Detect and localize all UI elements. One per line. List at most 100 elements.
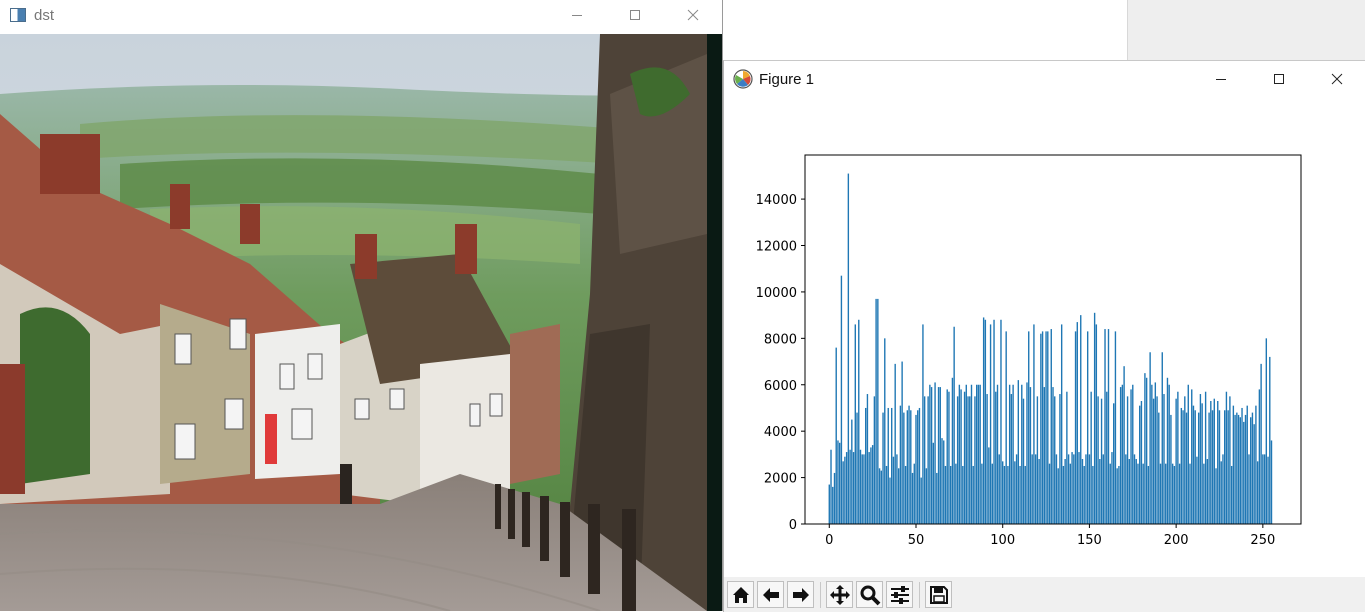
histogram-bar <box>974 396 976 524</box>
histogram-bar <box>1123 366 1125 524</box>
histogram-bar <box>1130 389 1132 524</box>
histogram-bar <box>1182 410 1184 524</box>
histogram-bar <box>1059 394 1061 524</box>
histogram-bar <box>1230 465 1233 524</box>
dst-titlebar[interactable]: dst <box>0 0 722 30</box>
histogram-bar <box>918 407 921 524</box>
histogram-bar <box>1147 465 1150 524</box>
histogram-bar <box>878 468 881 524</box>
histogram-bar <box>1140 401 1143 524</box>
histogram-bar <box>859 449 862 524</box>
maximize-button[interactable] <box>606 0 664 30</box>
histogram-bar <box>996 384 999 524</box>
save-button[interactable] <box>925 581 952 608</box>
histogram-bar <box>1218 410 1221 524</box>
back-button[interactable] <box>757 581 784 608</box>
zoom-button[interactable] <box>856 581 883 608</box>
histogram-bar <box>1208 412 1210 524</box>
close-button[interactable] <box>1308 61 1365 97</box>
minimize-button[interactable] <box>548 0 606 30</box>
histogram-bar <box>1071 452 1073 524</box>
histogram-bar <box>1002 461 1004 524</box>
histogram-bar <box>1201 403 1203 524</box>
histogram-bar <box>854 324 856 524</box>
forward-button[interactable] <box>787 581 814 608</box>
histogram-bar <box>1142 463 1144 524</box>
pan-button[interactable] <box>826 581 853 608</box>
histogram-bar <box>1262 454 1264 524</box>
image-edge <box>707 34 722 611</box>
histogram-bar <box>1224 410 1226 524</box>
histogram-bar <box>1022 398 1025 524</box>
y-tick-label: 8000 <box>764 332 797 347</box>
histogram-bar <box>1255 405 1257 524</box>
histogram-bar <box>1036 396 1039 524</box>
histogram-bar <box>1095 324 1098 524</box>
figure-titlebar[interactable]: Figure 1 <box>724 61 1365 97</box>
histogram-bar <box>1232 405 1235 524</box>
histogram-bar <box>1083 465 1085 524</box>
histogram-bar <box>1104 329 1106 524</box>
histogram-bar <box>1163 394 1165 524</box>
y-tick-label: 6000 <box>764 379 797 394</box>
histogram-bar <box>1269 356 1271 524</box>
histogram-bar <box>1015 454 1018 524</box>
histogram-bar <box>920 477 922 524</box>
histogram-bar <box>1180 407 1183 524</box>
histogram-bar <box>1210 401 1212 524</box>
histogram-bar <box>1097 396 1099 524</box>
histogram-bar <box>828 484 830 524</box>
histogram-bar <box>1166 377 1169 524</box>
x-tick-label: 100 <box>990 533 1015 548</box>
histogram-bar <box>1062 465 1065 524</box>
histogram-bar <box>1170 414 1172 524</box>
histogram-bar <box>871 445 874 524</box>
histogram-bar <box>1102 454 1104 524</box>
histogram-bar <box>847 173 850 524</box>
histogram-bar <box>1055 454 1058 524</box>
histogram-bar <box>1234 414 1236 524</box>
histogram-bar <box>1033 324 1035 524</box>
histogram-bar <box>1145 377 1148 524</box>
histogram-bar <box>1222 454 1224 524</box>
histogram-bar <box>1085 454 1087 524</box>
histogram-bar <box>1118 465 1120 524</box>
minimize-button[interactable] <box>1192 61 1250 97</box>
histogram-bar <box>1116 468 1118 524</box>
histogram-bar <box>965 384 967 524</box>
histogram-chart: 0 50 100 150 200 250 0 2000 4000 6000 8000 10000 12… <box>756 154 1302 548</box>
histogram-bar <box>981 463 983 524</box>
histogram-bar <box>884 338 886 524</box>
maximize-button[interactable] <box>1250 61 1308 97</box>
histogram-bar <box>833 472 836 524</box>
histogram-bar <box>908 405 910 524</box>
x-tick-label: 0 <box>825 533 833 548</box>
histogram-bar <box>1215 468 1217 524</box>
histogram-bar <box>1031 454 1033 524</box>
dst-window-title: dst <box>34 6 55 24</box>
histogram-bar <box>1038 459 1040 524</box>
histogram-bar <box>1203 463 1205 524</box>
histogram-bar <box>1194 410 1196 524</box>
histogram-bar <box>1026 382 1028 524</box>
configure-subplots-button[interactable] <box>886 581 913 608</box>
histogram-bar <box>861 454 863 524</box>
histogram-bar <box>1043 387 1046 524</box>
histogram-bar <box>1178 463 1181 524</box>
close-button[interactable] <box>664 0 722 30</box>
histogram-bar <box>1229 396 1231 524</box>
histogram-bar <box>1067 454 1070 524</box>
histogram-bar <box>967 396 969 524</box>
y-tick-label: 4000 <box>764 425 797 440</box>
histogram-bar <box>1151 384 1153 524</box>
histogram-bar <box>946 389 948 524</box>
x-tick-label: 250 <box>1250 533 1275 548</box>
figure-window: Figure 1 0 50 100 150 200 250 0 2000 4000 6000 80… <box>723 60 1365 612</box>
histogram-plot: 0 50 100 150 200 250 0 2000 4000 6000 8000 10000 12… <box>724 97 1365 577</box>
histogram-bar <box>1040 333 1042 524</box>
y-tick-label: 10000 <box>756 286 797 301</box>
home-button[interactable] <box>727 581 754 608</box>
x-tick-label: 200 <box>1164 533 1189 548</box>
figure-window-title: Figure 1 <box>759 70 815 88</box>
save-icon <box>929 585 948 604</box>
